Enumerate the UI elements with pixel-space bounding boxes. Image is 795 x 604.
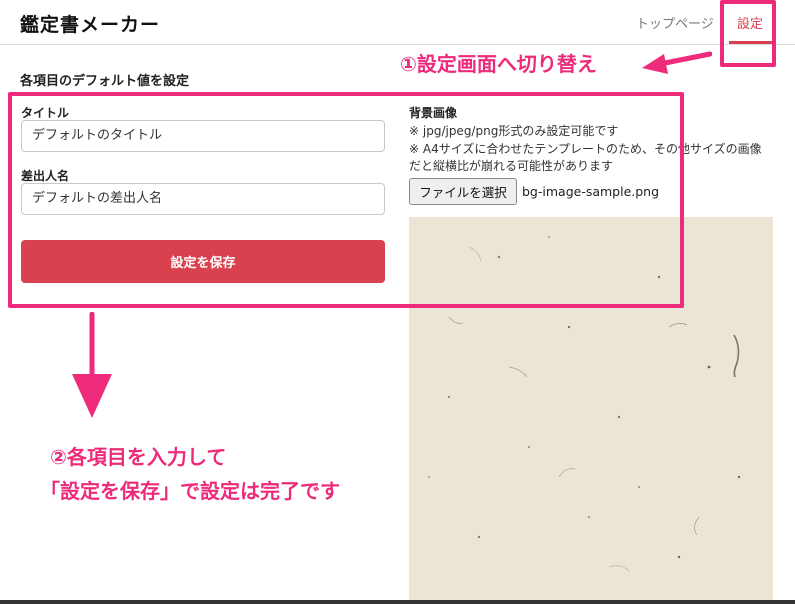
nav-top-page[interactable]: トップページ bbox=[636, 13, 714, 32]
annotation-arrow-left-icon bbox=[642, 51, 712, 74]
section-title: 各項目のデフォルト値を設定 bbox=[20, 74, 190, 89]
bottom-edge-bar bbox=[0, 600, 795, 604]
app-title: 鑑定書メーカー bbox=[20, 14, 161, 36]
annotation-highlight-form bbox=[8, 92, 684, 308]
app-header: 鑑定書メーカー トップページ 設定 bbox=[0, 0, 795, 45]
annotation-step2-line1: ②各項目を入力して bbox=[50, 445, 227, 469]
annotation-arrow-down-icon bbox=[72, 312, 112, 418]
annotation-highlight-settings bbox=[720, 0, 776, 67]
annotation-step2-line2: 「設定を保存」で設定は完了です bbox=[40, 479, 340, 503]
annotation-step1: ①設定画面へ切り替え bbox=[400, 52, 597, 76]
